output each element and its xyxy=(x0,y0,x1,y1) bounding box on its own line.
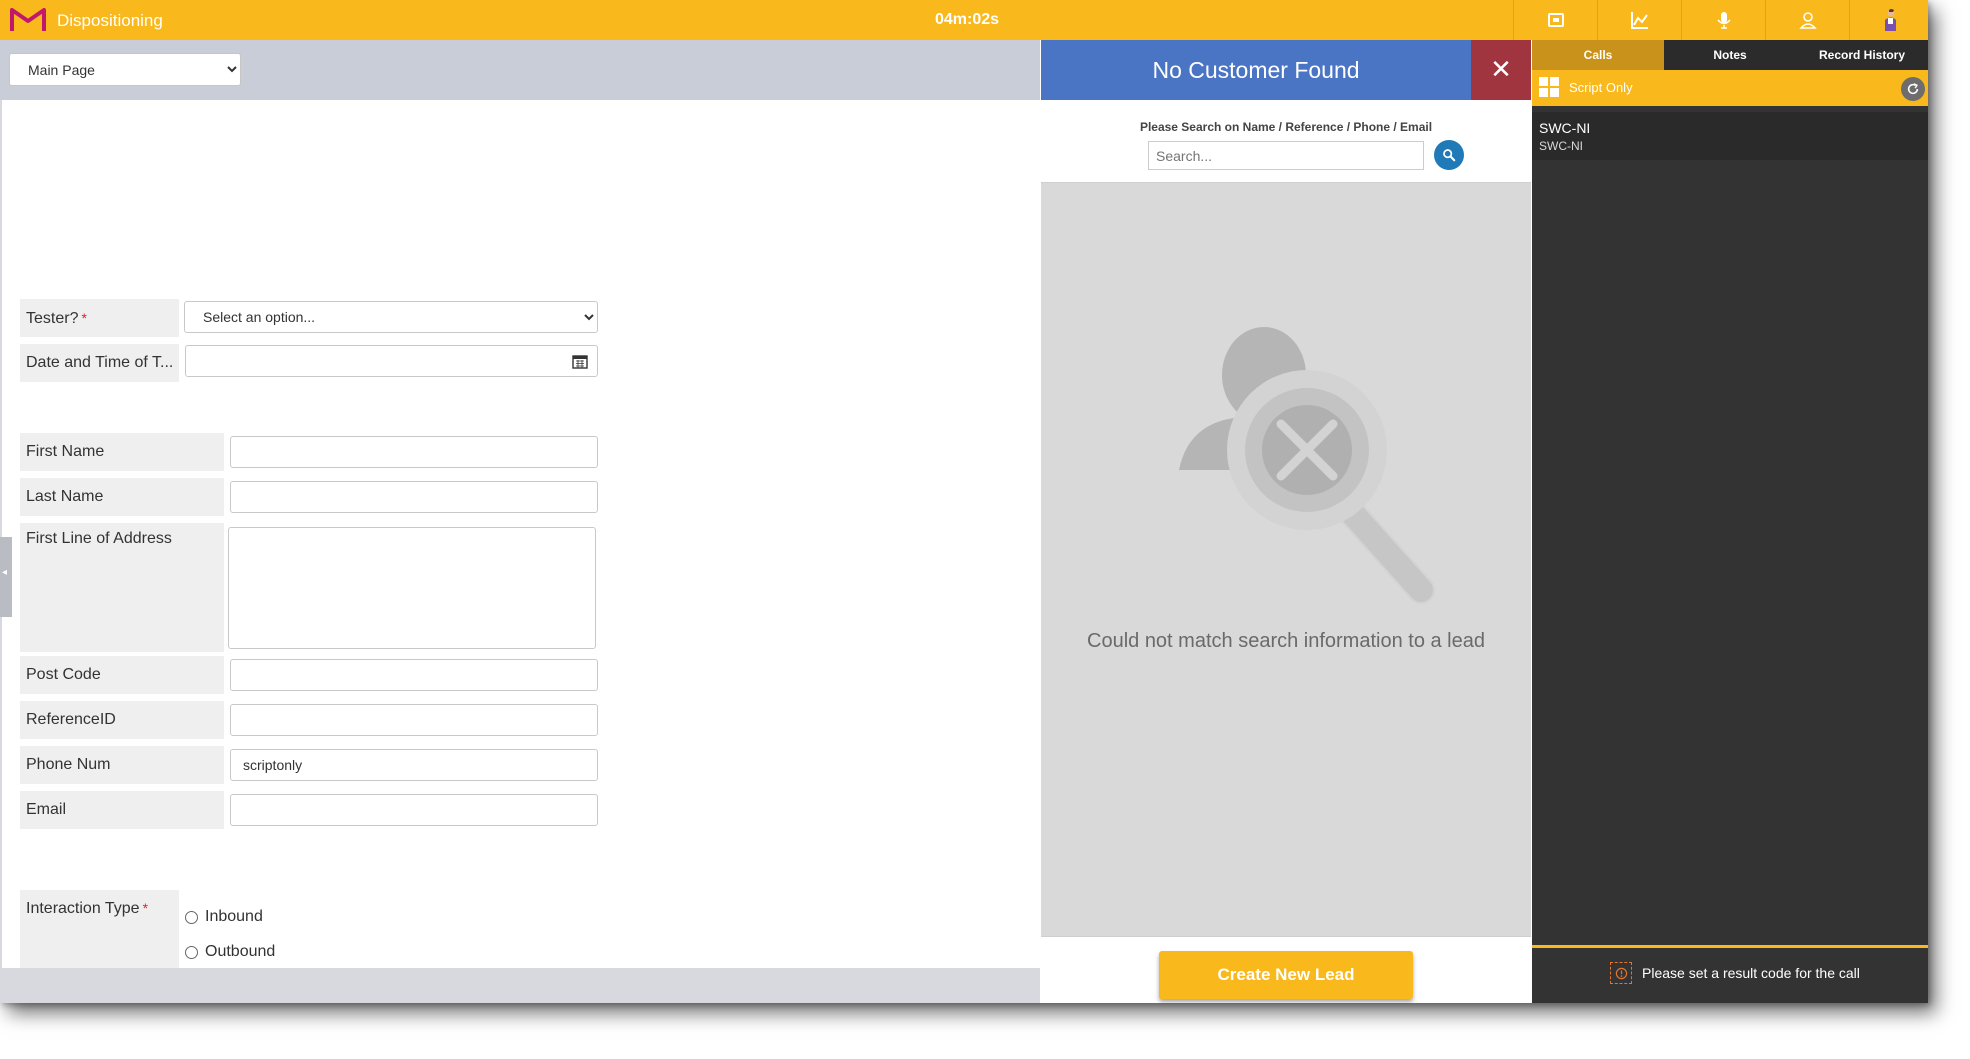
avatar xyxy=(1884,9,1896,31)
search-area: Please Search on Name / Reference / Phon… xyxy=(1041,100,1531,183)
grid-icon xyxy=(1539,77,1559,97)
page-select[interactable]: Main Page xyxy=(9,53,241,86)
app-title: Dispositioning xyxy=(57,11,163,30)
email-label: Email xyxy=(20,791,224,829)
close-button[interactable]: ✕ xyxy=(1471,40,1531,100)
last-name-label: Last Name xyxy=(20,478,224,516)
first-name-input[interactable] xyxy=(230,436,598,468)
search-input[interactable] xyxy=(1148,141,1424,170)
call-sidebar: Calls Notes Record History Script Only S… xyxy=(1532,40,1928,1003)
refresh-icon xyxy=(1907,83,1919,95)
search-icon xyxy=(1443,149,1456,162)
tab-record-history[interactable]: Record History xyxy=(1796,40,1928,70)
no-match-illustration xyxy=(1179,327,1435,604)
user-icon xyxy=(1799,12,1817,29)
chevron-left-icon: ◂ xyxy=(2,567,8,578)
radio-inbound[interactable] xyxy=(185,910,198,924)
refresh-button[interactable] xyxy=(1901,77,1925,101)
radio-inbound-label: Inbound xyxy=(205,908,263,925)
microphone-button[interactable] xyxy=(1681,0,1766,40)
agent-avatar-button[interactable] xyxy=(1849,0,1928,40)
call-title: SWC-NI xyxy=(1539,120,1591,136)
tester-select[interactable]: Select an option... xyxy=(184,301,598,333)
page-selector-bar: Main Page xyxy=(0,40,1040,100)
warning-icon xyxy=(1610,962,1632,984)
user-button[interactable] xyxy=(1765,0,1850,40)
info-circle-icon xyxy=(1615,967,1627,979)
script-only-label: Script Only xyxy=(1569,80,1633,95)
last-name-input[interactable] xyxy=(230,481,598,513)
datetime-input[interactable] xyxy=(185,345,598,377)
phone-label: Phone Num xyxy=(20,746,224,784)
reference-id-label: ReferenceID xyxy=(20,701,224,739)
search-hint: Please Search on Name / Reference / Phon… xyxy=(1139,120,1433,134)
post-code-label: Post Code xyxy=(20,656,224,694)
interaction-option-outbound[interactable]: Outbound xyxy=(185,943,275,961)
calendar-picker-icon[interactable] xyxy=(572,355,588,369)
interaction-option-inbound[interactable]: Inbound xyxy=(185,908,263,926)
post-code-input[interactable] xyxy=(230,659,598,691)
sidebar-tabs: Calls Notes Record History xyxy=(1532,40,1928,70)
tab-calls[interactable]: Calls xyxy=(1532,40,1664,70)
call-list-item[interactable]: SWC-NI SWC-NI xyxy=(1532,112,1928,160)
no-match-message: Could not match search information to a … xyxy=(1087,630,1485,652)
address-label: First Line of Address xyxy=(20,523,224,652)
phone-input[interactable] xyxy=(230,749,598,781)
first-name-label: First Name xyxy=(20,433,224,471)
create-new-lead-button[interactable]: Create New Lead xyxy=(1159,951,1413,999)
call-subtitle: SWC-NI xyxy=(1539,139,1583,153)
tab-notes[interactable]: Notes xyxy=(1664,40,1796,70)
collapse-handle[interactable]: ◂ xyxy=(0,537,12,617)
script-form: Tester? * Select an option... Date and Ti… xyxy=(2,100,1040,968)
interaction-type-label: Interaction Type * xyxy=(20,890,179,968)
app-logo-icon xyxy=(10,8,46,31)
call-timer: 04m:02s xyxy=(935,11,1000,28)
top-bar: Dispositioning 04m:02s xyxy=(0,0,1928,40)
script-page-area: Main Page Tester? * Select an option... D… xyxy=(0,40,1040,1003)
result-code-message: Please set a result code for the call xyxy=(1642,965,1860,981)
customer-search-panel: No Customer Found ✕ Please Search on Nam… xyxy=(1041,40,1531,1003)
calendar-button[interactable] xyxy=(1513,0,1598,40)
tester-label: Tester? * xyxy=(20,299,179,337)
panel-title: No Customer Found xyxy=(1041,40,1471,100)
panel-footer: Create New Lead xyxy=(1041,936,1531,1003)
radio-outbound-label: Outbound xyxy=(205,943,276,960)
script-only-bar[interactable]: Script Only xyxy=(1532,70,1928,106)
email-input[interactable] xyxy=(230,794,598,826)
datetime-label: Date and Time of T... xyxy=(20,344,179,382)
radio-outbound[interactable] xyxy=(185,945,198,959)
stats-button[interactable] xyxy=(1597,0,1682,40)
reference-id-input[interactable] xyxy=(230,704,598,736)
search-button[interactable] xyxy=(1434,140,1464,170)
address-input[interactable] xyxy=(228,527,596,649)
app-window: Dispositioning 04m:02s Main Page Tester?… xyxy=(0,0,1928,1003)
chart-icon xyxy=(1631,12,1648,29)
microphone-icon xyxy=(1717,12,1731,29)
result-code-bar[interactable]: Please set a result code for the call xyxy=(1532,945,1928,1003)
calendar-icon xyxy=(1548,13,1564,27)
